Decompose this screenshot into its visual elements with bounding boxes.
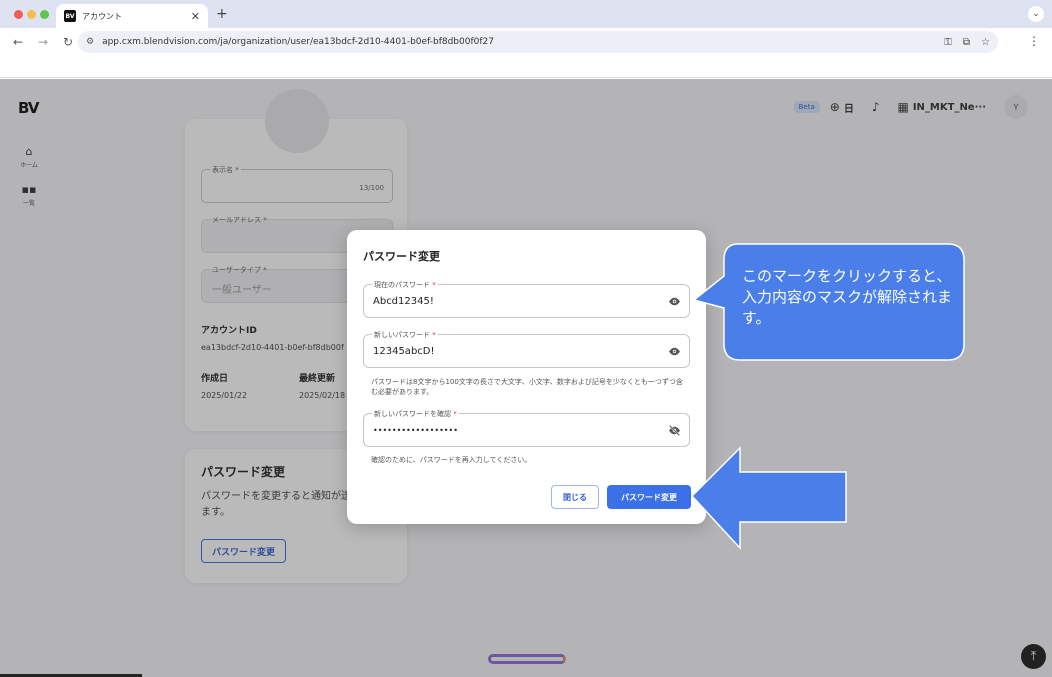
confirm-password-value[interactable]: •••••••••••••••••• [373, 426, 458, 435]
tab-strip: BV アカウント ✕ + ⌄ [0, 0, 1052, 28]
tab-title: アカウント [82, 11, 122, 21]
browser-toolbar: ← → ↻ ⚙ app.cxm.blendvision.com/ja/organ… [0, 28, 1052, 56]
new-password-field[interactable]: 新しいパスワード * 12345abcD! [363, 330, 690, 368]
tab-close-icon[interactable]: ✕ [191, 10, 200, 23]
required-mark: * [432, 331, 436, 339]
current-password-label-text: 現在のパスワード [374, 281, 430, 289]
new-tab-icon[interactable]: + [216, 6, 228, 22]
current-password-field[interactable]: 現在のパスワード * Abcd12345! [363, 280, 690, 318]
callout-text: このマークをクリックすると、入力内容のマスクが解除されます。 [742, 267, 953, 327]
browser-menu-icon[interactable]: ⋮ [1028, 34, 1040, 48]
modal-title: パスワード変更 [363, 250, 440, 263]
confirm-password-helper: 確認のために、パスワードを再入力してください。 [371, 456, 532, 464]
close-button[interactable]: 閉じる [551, 485, 599, 509]
window-zoom-button[interactable] [40, 10, 49, 19]
bookmark-star-icon[interactable]: ☆ [981, 37, 990, 48]
required-mark: * [432, 281, 436, 289]
new-password-label: 新しいパスワード * [372, 330, 438, 340]
confirm-password-field[interactable]: 新しいパスワードを確認 * •••••••••••••••••• [363, 409, 690, 447]
pointing-arrow-icon [690, 446, 847, 550]
tab-search-chevron-icon[interactable]: ⌄ [1028, 6, 1044, 22]
required-mark: * [453, 410, 457, 418]
reload-icon[interactable]: ↻ [61, 35, 75, 49]
new-password-label-text: 新しいパスワード [374, 331, 430, 339]
window-minimize-button[interactable] [27, 10, 36, 19]
install-app-icon[interactable]: ⧉ [963, 37, 970, 48]
window-close-button[interactable] [14, 10, 23, 19]
address-bar[interactable]: ⚙ app.cxm.blendvision.com/ja/organizatio… [78, 31, 998, 53]
site-settings-icon[interactable]: ⚙ [86, 37, 94, 47]
key-icon[interactable]: ⚿ [944, 37, 952, 48]
confirm-password-label: 新しいパスワードを確認 * [372, 409, 459, 419]
current-password-label: 現在のパスワード * [372, 280, 438, 290]
back-icon[interactable]: ← [11, 35, 25, 49]
change-password-submit-button[interactable]: パスワード変更 [607, 485, 691, 509]
browser-chrome: BV アカウント ✕ + ⌄ ← → ↻ ⚙ app.cxm.blendvisi… [0, 0, 1052, 78]
forward-icon[interactable]: → [36, 35, 50, 49]
favicon: BV [64, 10, 76, 22]
new-password-helper: パスワードは8文字から100文字の長さで大文字、小文字、数字および記号を少なくと… [371, 378, 683, 396]
change-password-modal: パスワード変更 現在のパスワード * Abcd12345! 新しいパスワード *… [347, 230, 706, 524]
confirm-password-label-text: 新しいパスワードを確認 [374, 410, 451, 418]
new-password-value[interactable]: 12345abcD! [373, 346, 435, 357]
url-text[interactable]: app.cxm.blendvision.com/ja/organization/… [102, 37, 933, 47]
current-password-value[interactable]: Abcd12345! [373, 296, 434, 307]
hide-password-eye-off-icon[interactable] [668, 424, 681, 437]
browser-tab[interactable]: BV アカウント ✕ [56, 4, 208, 28]
